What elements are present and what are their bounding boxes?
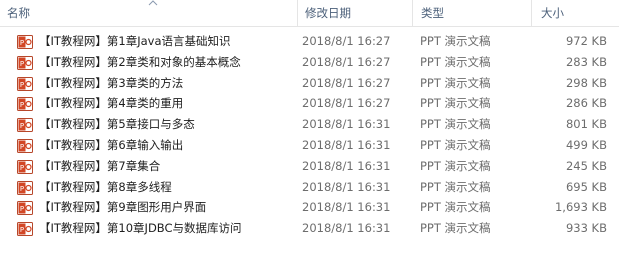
file-name: 【IT教程网】第5章接口与多态 xyxy=(39,117,195,132)
svg-text:P: P xyxy=(20,143,24,151)
file-name-cell: P 【IT教程网】第2章类和对象的基本概念 xyxy=(17,52,297,73)
file-size: 801 KB xyxy=(565,117,607,132)
column-header-date[interactable]: 修改日期 xyxy=(297,0,412,26)
column-header-bar: 名称 修改日期 类型 大小 xyxy=(0,0,619,27)
ppt-file-icon: P xyxy=(17,159,33,174)
file-name-cell: P 【IT教程网】第8章多线程 xyxy=(17,177,297,198)
svg-text:P: P xyxy=(20,226,24,234)
file-date: 2018/8/1 16:27 xyxy=(302,54,391,69)
file-type: PPT 演示文稿 xyxy=(420,137,491,152)
svg-text:P: P xyxy=(20,39,24,47)
ppt-file-icon: P xyxy=(17,55,33,70)
file-date: 2018/8/1 16:31 xyxy=(302,179,391,194)
svg-text:P: P xyxy=(20,101,24,109)
file-type: PPT 演示文稿 xyxy=(420,200,491,215)
file-date: 2018/8/1 16:31 xyxy=(302,221,391,236)
file-name: 【IT教程网】第6章输入输出 xyxy=(39,137,184,152)
file-size: 933 KB xyxy=(565,221,607,236)
file-type: PPT 演示文稿 xyxy=(420,158,491,173)
file-size: 695 KB xyxy=(565,179,607,194)
svg-text:P: P xyxy=(20,60,24,68)
file-size: 499 KB xyxy=(565,137,607,152)
file-row[interactable]: P 【IT教程网】第6章输入输出 2018/8/1 16:31 PPT 演示文稿… xyxy=(0,135,619,156)
file-date: 2018/8/1 16:31 xyxy=(302,158,391,173)
ppt-file-icon: P xyxy=(17,97,33,112)
ppt-file-icon: P xyxy=(17,118,33,133)
file-name: 【IT教程网】第9章图形用户界面 xyxy=(39,200,207,215)
file-type: PPT 演示文稿 xyxy=(420,221,491,236)
file-name-cell: P 【IT教程网】第4章类的重用 xyxy=(17,93,297,114)
file-row[interactable]: P 【IT教程网】第9章图形用户界面 2018/8/1 16:31 PPT 演示… xyxy=(0,197,619,218)
svg-text:P: P xyxy=(20,205,24,213)
file-row[interactable]: P 【IT教程网】第4章类的重用 2018/8/1 16:27 PPT 演示文稿… xyxy=(0,93,619,114)
ppt-file-icon: P xyxy=(17,35,33,49)
file-name: 【IT教程网】第7章集合 xyxy=(39,158,161,173)
file-name-cell: P 【IT教程网】第1章Java语言基础知识 xyxy=(17,31,297,52)
file-type: PPT 演示文稿 xyxy=(420,117,491,132)
file-date: 2018/8/1 16:31 xyxy=(302,117,391,132)
file-row[interactable]: P 【IT教程网】第8章多线程 2018/8/1 16:31 PPT 演示文稿 … xyxy=(0,177,619,198)
column-header-type[interactable]: 类型 xyxy=(412,0,531,26)
file-row[interactable]: P 【IT教程网】第5章接口与多态 2018/8/1 16:31 PPT 演示文… xyxy=(0,114,619,135)
file-date: 2018/8/1 16:27 xyxy=(302,75,391,90)
file-name-cell: P 【IT教程网】第6章输入输出 xyxy=(17,135,297,156)
file-name-cell: P 【IT教程网】第10章JDBC与数据库访问 xyxy=(17,218,297,239)
file-name: 【IT教程网】第4章类的重用 xyxy=(39,96,184,111)
file-size: 298 KB xyxy=(565,75,607,90)
file-name-cell: P 【IT教程网】第7章集合 xyxy=(17,156,297,177)
svg-text:P: P xyxy=(20,122,24,130)
file-name: 【IT教程网】第8章多线程 xyxy=(39,179,172,194)
file-type: PPT 演示文稿 xyxy=(420,75,491,90)
file-row[interactable]: P 【IT教程网】第7章集合 2018/8/1 16:31 PPT 演示文稿 2… xyxy=(0,156,619,177)
file-type: PPT 演示文稿 xyxy=(420,34,491,48)
file-name: 【IT教程网】第2章类和对象的基本概念 xyxy=(39,54,241,69)
svg-text:P: P xyxy=(20,164,24,172)
file-name-cell: P 【IT教程网】第5章接口与多态 xyxy=(17,114,297,135)
svg-text:P: P xyxy=(20,81,24,89)
column-header-name[interactable]: 名称 xyxy=(0,0,297,26)
file-type: PPT 演示文稿 xyxy=(420,96,491,111)
file-row[interactable]: P 【IT教程网】第1章Java语言基础知识 2018/8/1 16:27 PP… xyxy=(0,31,619,52)
file-size: 283 KB xyxy=(565,54,607,69)
ppt-file-icon: P xyxy=(17,201,33,216)
ppt-file-icon: P xyxy=(17,138,33,153)
svg-text:P: P xyxy=(20,185,24,193)
file-name: 【IT教程网】第3章类的方法 xyxy=(39,75,184,90)
file-size: 972 KB xyxy=(565,34,607,48)
file-size: 286 KB xyxy=(565,96,607,111)
file-size: 1,693 KB xyxy=(554,200,607,215)
ppt-file-icon: P xyxy=(17,222,33,237)
ppt-file-icon: P xyxy=(17,180,33,195)
file-date: 2018/8/1 16:27 xyxy=(302,96,391,111)
file-size: 245 KB xyxy=(565,158,607,173)
file-row[interactable]: P 【IT教程网】第3章类的方法 2018/8/1 16:27 PPT 演示文稿… xyxy=(0,73,619,94)
file-type: PPT 演示文稿 xyxy=(420,179,491,194)
file-date: 2018/8/1 16:27 xyxy=(302,34,391,48)
file-name: 【IT教程网】第1章Java语言基础知识 xyxy=(39,34,231,48)
file-list: P 【IT教程网】第1章Java语言基础知识 2018/8/1 16:27 PP… xyxy=(0,31,619,239)
file-date: 2018/8/1 16:31 xyxy=(302,200,391,215)
file-name-cell: P 【IT教程网】第9章图形用户界面 xyxy=(17,197,297,218)
file-type: PPT 演示文稿 xyxy=(420,54,491,69)
file-row[interactable]: P 【IT教程网】第2章类和对象的基本概念 2018/8/1 16:27 PPT… xyxy=(0,52,619,73)
column-header-size[interactable]: 大小 xyxy=(531,0,619,26)
ppt-file-icon: P xyxy=(17,76,33,91)
file-date: 2018/8/1 16:31 xyxy=(302,137,391,152)
file-name: 【IT教程网】第10章JDBC与数据库访问 xyxy=(39,221,242,236)
file-name-cell: P 【IT教程网】第3章类的方法 xyxy=(17,73,297,94)
file-row[interactable]: P 【IT教程网】第10章JDBC与数据库访问 2018/8/1 16:31 P… xyxy=(0,218,619,239)
